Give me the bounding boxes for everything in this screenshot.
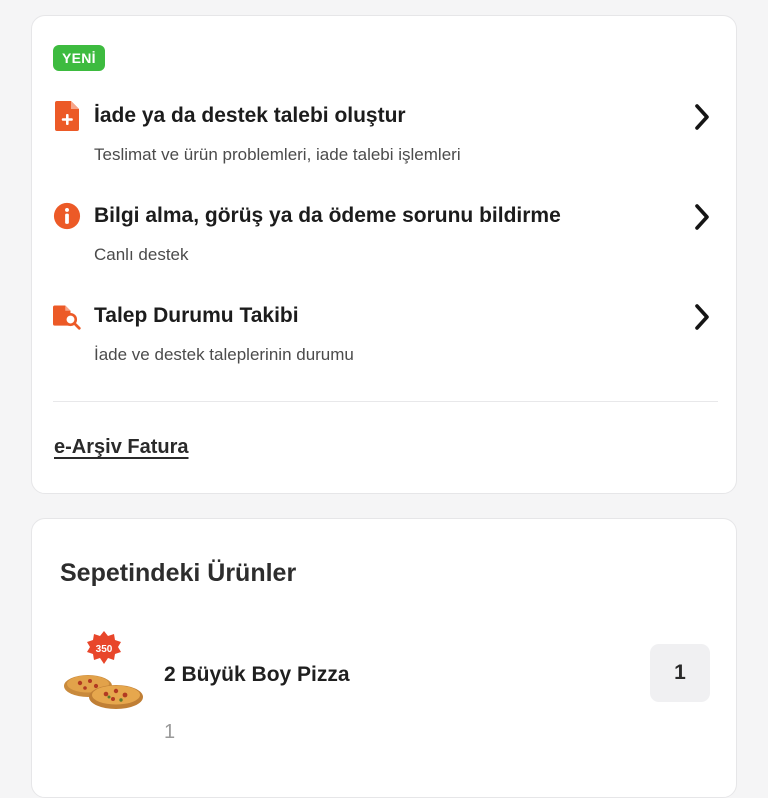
new-badge: YENİ <box>53 45 105 71</box>
cart-card: Sepetindeki Ürünler 350 2 Büyük Boy Pizz… <box>31 518 737 798</box>
divider <box>53 401 718 402</box>
e-archive-invoice-link[interactable]: e-Arşiv Fatura <box>54 436 189 459</box>
option-subtitle: Teslimat ve ürün problemleri, iade taleb… <box>94 145 461 164</box>
price-badge-text: 350 <box>96 644 113 655</box>
document-plus-icon <box>53 101 81 131</box>
report-issue-option[interactable]: Bilgi alma, görüş ya da ödeme sorunu bil… <box>32 201 738 271</box>
option-subtitle: Canlı destek <box>94 245 189 264</box>
pizza-image: 350 <box>58 631 150 715</box>
option-title: İade ya da destek talebi oluştur <box>94 104 406 127</box>
chevron-right-icon <box>690 203 714 231</box>
request-status-option[interactable]: Talep Durumu Takibi İade ve destek talep… <box>32 301 738 371</box>
create-return-request-option[interactable]: İade ya da destek talebi oluştur Teslima… <box>32 101 738 171</box>
option-title: Bilgi alma, görüş ya da ödeme sorunu bil… <box>94 204 561 227</box>
product-name: 2 Büyük Boy Pizza <box>164 663 350 686</box>
cart-title: Sepetindeki Ürünler <box>60 559 297 587</box>
chevron-right-icon <box>690 103 714 131</box>
chevron-right-icon <box>690 303 714 331</box>
quantity-box[interactable]: 1 <box>650 644 710 702</box>
option-subtitle: İade ve destek taleplerinin durumu <box>94 345 354 364</box>
option-title: Talep Durumu Takibi <box>94 304 299 327</box>
info-icon <box>53 201 81 231</box>
support-card: YENİ İade ya da destek talebi oluştur Te… <box>31 15 737 494</box>
product-quantity-note: 1 <box>164 721 176 743</box>
document-search-icon <box>53 301 81 331</box>
quantity-value: 1 <box>674 661 686 684</box>
